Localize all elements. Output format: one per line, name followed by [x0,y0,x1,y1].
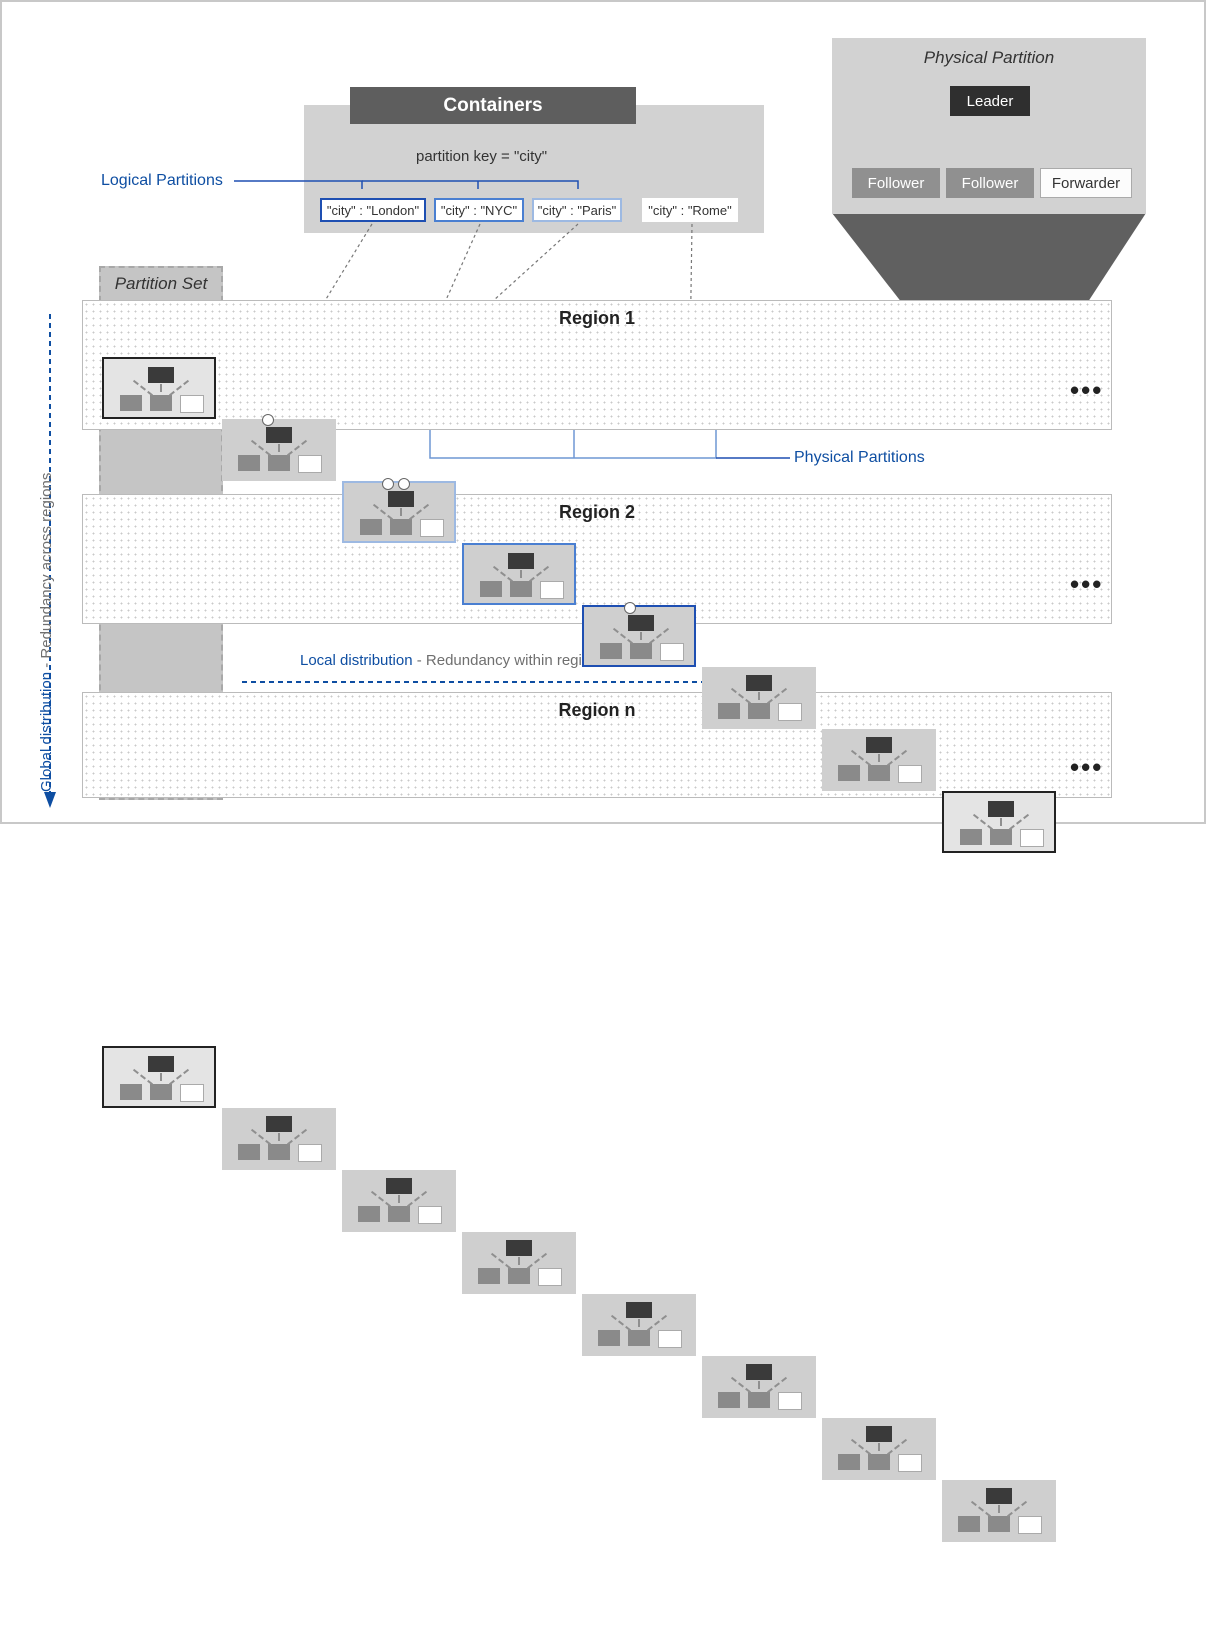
containers-title-text: Containers [443,95,542,117]
physical-partition-card [702,1356,816,1418]
partition-key-label: partition key = "city" [416,148,547,165]
physical-partition-card [942,1480,1056,1542]
diagram-canvas: Containers partition key = "city" "city"… [0,0,1206,824]
physical-partition-card [102,357,216,419]
city-chip-nyc: "city" : "NYC" [434,198,524,222]
region-1-title: Region 1 [83,308,1111,329]
city-chip-london: "city" : "London" [320,198,426,222]
follower-box-2: Follower [946,168,1034,198]
region-n-title: Region n [83,700,1111,721]
physical-partition-card [342,1170,456,1232]
follower-box-1: Follower [852,168,940,198]
physical-partition-card [222,1108,336,1170]
physical-partition-card [222,419,336,481]
partition-set-label: Partition Set [101,274,221,294]
physical-partition-card [462,1232,576,1294]
ellipsis-icon: ••• [1070,752,1103,783]
global-distribution-label: Global distribution - Redundancy across … [38,473,55,792]
local-distribution-label: Local distribution - Redundancy within r… [300,652,606,669]
ellipsis-icon: ••• [1070,569,1103,600]
physical-partition-card [702,667,816,729]
physical-partition-title: Physical Partition [832,48,1146,68]
leader-box: Leader [950,86,1030,116]
city-chip-rome: "city" : "Rome" [642,198,738,222]
physical-partition-card [582,605,696,667]
region-2-title: Region 2 [83,502,1111,523]
physical-partition-card [102,1046,216,1108]
ellipsis-icon: ••• [1070,375,1103,406]
logical-partitions-label: Logical Partitions [101,172,223,190]
region-n: Region n [82,692,1112,798]
containers-title: Containers [350,87,636,124]
city-chip-paris: "city" : "Paris" [532,198,622,222]
physical-partition-card [342,481,456,543]
physical-partition-card [822,729,936,791]
physical-partition-card [462,543,576,605]
physical-partition-card [942,791,1056,853]
physical-partition-card [822,1418,936,1480]
region-1: Region 1 [82,300,1112,430]
forwarder-box: Forwarder [1040,168,1132,198]
physical-partitions-label: Physical Partitions [794,449,925,467]
physical-partition-callout: Physical Partition Leader Follower Follo… [832,38,1146,214]
physical-partition-card [582,1294,696,1356]
